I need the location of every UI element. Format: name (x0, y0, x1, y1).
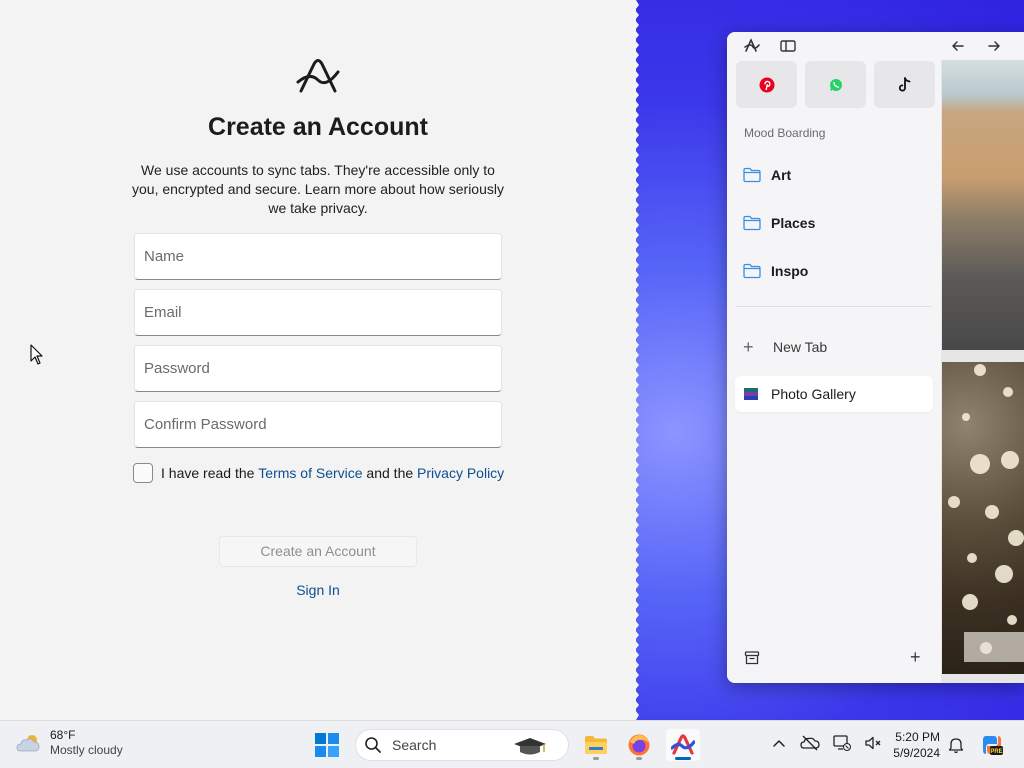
folder-icon (743, 263, 761, 279)
password-field[interactable] (134, 345, 502, 392)
pinned-whatsapp[interactable] (805, 61, 866, 108)
graduation-cap-icon (514, 738, 546, 755)
terms-middle-text: and the (362, 465, 418, 481)
terms-of-service-link[interactable]: Terms of Service (258, 465, 362, 481)
sign-in-link[interactable]: Sign In (0, 582, 636, 598)
torn-edge-divider (630, 0, 639, 720)
sidebar-divider (736, 306, 932, 307)
system-tray (770, 734, 882, 752)
folder-places[interactable]: Places (743, 211, 815, 235)
active-indicator (675, 757, 691, 760)
page-title: Create an Account (208, 113, 428, 141)
signup-page: Create an Account We use accounts to syn… (0, 0, 636, 720)
weather-widget[interactable]: 68°F Mostly cloudy (16, 728, 123, 758)
clock-date: 5/9/2024 (893, 746, 940, 760)
beach-photo[interactable] (942, 60, 1024, 350)
arc-menu-icon[interactable] (743, 37, 761, 55)
chevron-up-icon[interactable] (770, 734, 788, 752)
volume-muted-icon[interactable] (864, 734, 882, 752)
bokeh-lights-icon (948, 364, 1024, 662)
taskbar-arc[interactable] (666, 729, 700, 761)
whatsapp-icon (829, 78, 842, 91)
forward-arrow-icon[interactable] (985, 37, 1003, 55)
windows-start-icon[interactable] (314, 732, 340, 758)
terms-row: I have read the Terms of Service and the… (133, 462, 504, 484)
file-explorer-icon (585, 736, 607, 754)
mouse-cursor-icon (30, 344, 43, 365)
privacy-description: We use accounts to sync tabs. They're ac… (132, 162, 504, 216)
confirm-password-field[interactable] (134, 401, 502, 448)
create-account-button[interactable]: Create an Account (219, 536, 417, 567)
folder-label: Art (771, 167, 792, 183)
system-clock[interactable]: 5:20 PM 5/9/2024 (884, 729, 940, 761)
copilot-icon[interactable]: PRE (980, 733, 1004, 757)
space-label: Mood Boarding (744, 126, 826, 140)
folder-label: Places (771, 215, 816, 231)
notification-bell-icon[interactable] (948, 736, 964, 754)
photo-gallery-favicon-icon (744, 388, 758, 400)
email-field[interactable] (134, 289, 502, 336)
sidebar-toggle-icon[interactable] (779, 37, 797, 55)
running-indicator (636, 757, 642, 760)
folder-inspo[interactable]: Inspo (743, 259, 808, 283)
weather-temperature: 68°F (50, 728, 76, 742)
tab-label: Photo Gallery (771, 386, 856, 402)
terms-checkbox[interactable] (133, 463, 153, 483)
add-icon[interactable]: + (910, 648, 921, 666)
pinned-tiktok[interactable] (874, 61, 935, 108)
search-label: Search (392, 737, 437, 753)
folder-label: Inspo (771, 263, 809, 279)
clock-time: 5:20 PM (895, 730, 940, 744)
onedrive-offline-icon[interactable] (800, 734, 820, 752)
new-tab-label: New Tab (773, 339, 828, 355)
folder-icon (743, 167, 761, 183)
running-indicator (593, 757, 599, 760)
arc-logo-icon (296, 59, 340, 93)
name-field[interactable] (134, 233, 502, 280)
weather-condition: Mostly cloudy (50, 743, 123, 757)
archive-icon[interactable] (744, 650, 760, 666)
search-icon (365, 737, 381, 753)
terms-prefix-text: I have read the (161, 465, 259, 481)
taskbar-file-explorer[interactable] (579, 729, 613, 761)
new-tab-button[interactable]: + New Tab (743, 335, 827, 359)
taskbar-search[interactable]: Search (355, 729, 569, 761)
firefox-icon (628, 734, 650, 756)
lights-photo[interactable] (942, 362, 1024, 674)
taskbar: 68°F Mostly cloudy Search 5:20 PM 5/9/20… (0, 720, 1024, 768)
privacy-policy-link[interactable]: Privacy Policy (417, 465, 504, 481)
folder-art[interactable]: Art (743, 163, 791, 187)
arc-sidebar: Mood Boarding Art Places Inspo + New Tab… (727, 32, 1000, 683)
tab-photo-gallery[interactable]: Photo Gallery (735, 376, 933, 412)
tiktok-icon (898, 76, 910, 91)
pinned-favorites (736, 61, 935, 108)
photo-gallery-content (941, 60, 1024, 683)
cloudy-weather-icon (16, 735, 40, 752)
arc-browser-window: Mood Boarding Art Places Inspo + New Tab… (727, 32, 1024, 683)
arc-browser-icon (671, 734, 695, 755)
back-arrow-icon[interactable] (949, 37, 967, 55)
pinterest-icon (759, 77, 774, 92)
folder-icon (743, 215, 761, 231)
network-icon[interactable] (832, 734, 852, 752)
plus-icon: + (743, 337, 754, 357)
pinned-pinterest[interactable] (736, 61, 797, 108)
pre-badge-icon: PRE (990, 749, 1002, 755)
taskbar-firefox[interactable] (622, 729, 656, 761)
